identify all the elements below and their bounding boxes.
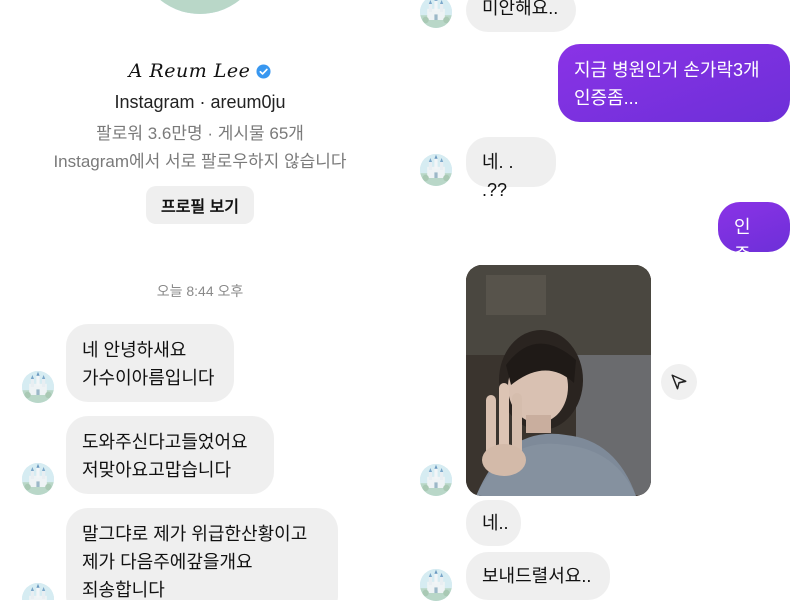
sender-avatar[interactable] [22, 583, 54, 600]
profile-avatar[interactable] [137, 0, 263, 14]
profile-platform-line: Instagram · areum0ju [114, 92, 286, 112]
view-profile-button[interactable]: 프로필 보기 [146, 186, 254, 224]
send-icon [671, 374, 687, 390]
castle-avatar-image [137, 0, 263, 14]
received-message[interactable]: 네 안녕하새요 가수이아름입니다 [66, 324, 234, 402]
sent-message[interactable]: 인증.. [718, 202, 790, 265]
verified-badge-icon [256, 63, 271, 79]
profile-signature: A Reum Lee [0, 60, 400, 82]
profile-name: A Reum Lee [128, 60, 251, 82]
sender-avatar[interactable] [420, 464, 452, 496]
left-chat-pane: A Reum Lee Instagram · areum0ju 팔로워 3.6만… [0, 0, 400, 600]
photo-image [466, 265, 651, 496]
sender-avatar[interactable] [420, 0, 452, 28]
received-message[interactable]: 네. . .?? [466, 137, 556, 200]
sender-avatar[interactable] [420, 154, 452, 186]
sender-avatar[interactable] [22, 463, 54, 495]
sent-message[interactable]: 지금 병원인거 손가락3개 인증좀... [558, 44, 790, 122]
share-button[interactable] [661, 364, 697, 400]
received-message[interactable]: 미안해요.. [466, 0, 576, 32]
received-message[interactable]: 도와주신다고들었어요 저맞아요고맙습니다 [66, 416, 274, 494]
follow-status-line: Instagram에서 서로 팔로우하지 않습니다 [53, 152, 347, 171]
received-message[interactable]: 네.. [466, 500, 521, 546]
sender-avatar[interactable] [22, 371, 54, 403]
shared-photo[interactable] [466, 265, 651, 496]
received-message[interactable]: 보내드렬서요.. [466, 552, 610, 600]
sender-avatar[interactable] [420, 569, 452, 601]
chat-timestamp: 오늘 8:44 오후 [156, 283, 244, 299]
received-message[interactable]: 말그댜로 제가 위급한산황이고 제가 다음주에갚을개요 죄송합니다 [66, 508, 338, 600]
profile-stats-line: 팔로워 3.6만명 · 게시물 65개 [96, 124, 304, 143]
